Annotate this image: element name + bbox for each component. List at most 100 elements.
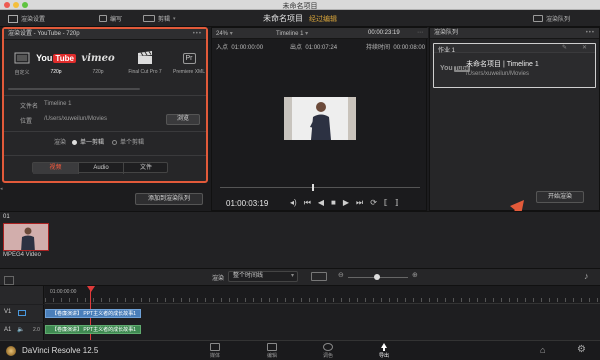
zoom-in-icon[interactable]: ⊕ <box>412 271 418 279</box>
track-label-a1: A1 <box>4 327 12 333</box>
filename-label: 文件名 <box>20 104 39 110</box>
video-track-icon[interactable] <box>18 310 26 316</box>
music-note-icon[interactable]: ♪ <box>584 271 589 281</box>
home-icon[interactable]: ⌂ <box>540 345 545 355</box>
start-render-button[interactable]: 开始渲染 <box>536 191 584 203</box>
preset-label: Final Cut Pro 7 <box>128 69 162 75</box>
page-deliver[interactable]: 导出 <box>369 343 399 359</box>
preset-label: Premiere XML <box>173 69 205 75</box>
render-settings-panel: 渲染设置 - YouTube - 720p ••• 自定义 You Tube 72… <box>2 27 208 183</box>
more-options-icon[interactable]: ••• <box>586 28 595 39</box>
speaker-icon[interactable]: 🔈 <box>17 326 24 333</box>
browse-button[interactable]: 浏览 <box>166 114 200 125</box>
divider <box>4 131 206 132</box>
timeline-view-icon[interactable] <box>311 272 327 281</box>
tab-video[interactable]: 视频 <box>33 163 78 174</box>
project-status: 经过编辑 <box>309 16 337 23</box>
video-preview[interactable] <box>284 97 356 140</box>
window-titlebar: 未命名项目 <box>0 0 600 10</box>
viewer-timecode: 01:00:03:19 <box>226 199 269 208</box>
audio-level: 2.0 <box>33 327 40 333</box>
preset-label: 自定义 <box>14 70 30 76</box>
location-label: 位置 <box>20 119 33 125</box>
timeline-clip-v1[interactable]: 【卷廉演讲】 PPT主义者的成长故事1 <box>45 309 141 318</box>
track-header-v1: V1 <box>0 305 44 322</box>
individual-clips-radio[interactable]: 单个剪辑 <box>112 137 144 146</box>
out-point: 出点 01:00:07:24 <box>290 45 338 51</box>
preset-premiere-xml[interactable]: Pr Premiere XML <box>172 50 206 75</box>
preset-youtube-720p[interactable]: You Tube 720p <box>36 50 76 75</box>
ruler-ticks <box>45 298 600 302</box>
settings-gear-icon[interactable]: ⚙ <box>577 344 586 355</box>
preset-vimeo-720p[interactable]: vimeo 720p <box>81 50 115 76</box>
play-icon[interactable]: ▶ <box>343 198 349 208</box>
media-pool: 01 MPEG4 Video <box>0 211 600 268</box>
color-page-icon <box>323 343 333 351</box>
settings-tabs: 视频 Audio 文件 <box>32 162 168 174</box>
timeline-ruler[interactable]: 01:00:00:00 <box>45 286 600 304</box>
radio-on-icon <box>72 139 77 145</box>
preset-custom[interactable]: 自定义 <box>6 50 38 76</box>
playhead-marker-icon[interactable] <box>87 286 95 292</box>
ruler-time: 01:00:00:00 <box>50 289 77 295</box>
page-edit[interactable]: 编辑 <box>257 343 287 359</box>
in-icon[interactable]: ⟦ <box>384 198 388 208</box>
timeline-clip-a1[interactable]: 【卷廉演讲】 PPT主义者的成长故事1 <box>45 325 141 334</box>
youtube-logo-icon: You Tube <box>36 53 76 63</box>
jump-end-icon[interactable]: ⏭ <box>356 198 363 208</box>
divider <box>4 95 206 96</box>
stop-icon[interactable]: ■ <box>331 198 336 208</box>
location-field[interactable]: /Users/xuweilun/Movies <box>44 116 107 122</box>
zoom-out-icon[interactable]: ⊖ <box>338 271 344 279</box>
single-clip-radio[interactable]: 单一剪辑 <box>72 137 104 146</box>
scroll-handle-icon[interactable]: ◂ <box>0 186 8 192</box>
audio-icon[interactable]: ◂) <box>290 198 297 208</box>
tab-audio[interactable]: Audio <box>78 163 123 174</box>
render-job-card[interactable]: 作业 1 ✎ ✕ You Tube 未命名项目 | Timeline 1 /Use… <box>433 43 596 88</box>
page-media[interactable]: 媒体 <box>200 343 230 359</box>
page-color[interactable]: 调色 <box>313 343 343 359</box>
render-queue-title: 渲染队列 <box>434 30 459 36</box>
timeline-toolbar: 渲染 整个时间线 ▾ ⊖ ⊕ ♪ <box>0 269 600 286</box>
transport-controls: ◂) ⏮ ◀ ■ ▶ ⏭ ⟳ ⟦ ⟧ <box>290 198 399 208</box>
render-range-select[interactable]: 整个时间线 ▾ <box>228 271 298 282</box>
media-page-icon <box>210 343 220 351</box>
edit-job-icon[interactable]: ✎ <box>562 44 567 51</box>
timeline-icon[interactable] <box>4 276 14 285</box>
job-header: 作业 1 ✎ ✕ <box>434 44 595 54</box>
track-header-a1: A1 🔈 2.0 <box>0 323 44 340</box>
media-clip-thumbnail[interactable] <box>3 223 49 251</box>
tab-file[interactable]: 文件 <box>123 163 168 174</box>
in-point: 入点 01:00:00:00 <box>216 45 264 51</box>
clip-image <box>4 224 48 250</box>
play-reverse-icon[interactable]: ◀ <box>318 198 324 208</box>
render-queue-header: 渲染队列 ••• <box>430 28 599 39</box>
scrubber-playhead[interactable] <box>312 184 314 191</box>
zoom-slider-handle[interactable] <box>374 274 380 280</box>
clapperboard-icon <box>126 50 164 66</box>
job-title: 未命名项目 | Timeline 1 <box>466 61 539 68</box>
loop-icon[interactable]: ⟳ <box>370 198 377 208</box>
render-queue-toggle[interactable]: 渲染队列 <box>533 13 570 24</box>
speaker-image <box>284 97 356 140</box>
ruler-header <box>0 286 44 304</box>
scrubber-track[interactable] <box>220 187 420 188</box>
add-to-render-queue-button[interactable]: 添加到渲染队列 <box>135 193 203 205</box>
track-label-v1: V1 <box>4 309 12 315</box>
davinci-logo-icon <box>6 346 16 356</box>
timeline-select[interactable]: Timeline 1 ▾ <box>276 30 308 37</box>
zoom-select[interactable]: 24% ▾ <box>216 30 233 37</box>
render-queue-panel: 渲染队列 ••• 作业 1 ✎ ✕ You Tube 未命名项目 | Timeli… <box>429 27 600 211</box>
delete-job-icon[interactable]: ✕ <box>582 44 587 51</box>
out-icon[interactable]: ⟧ <box>395 198 399 208</box>
preset-final-cut-pro-7[interactable]: Final Cut Pro 7 <box>126 50 164 75</box>
jump-start-icon[interactable]: ⏮ <box>304 198 311 208</box>
presets-scrollbar[interactable] <box>8 88 140 90</box>
vimeo-logo-icon: vimeo <box>81 52 115 64</box>
filename-field[interactable]: Timeline 1 <box>44 101 71 107</box>
viewer-header: 24% ▾ Timeline 1 ▾ 00:00:23:19 ⋯ <box>212 28 428 39</box>
viewer-options-icon[interactable]: ⋯ <box>417 29 423 36</box>
queue-icon <box>533 15 543 22</box>
top-toolbar: 渲染设置 编写 剪辑 ▾ 未命名项目 经过编辑 渲染队列 <box>0 10 600 27</box>
more-options-icon[interactable]: ••• <box>193 29 202 40</box>
